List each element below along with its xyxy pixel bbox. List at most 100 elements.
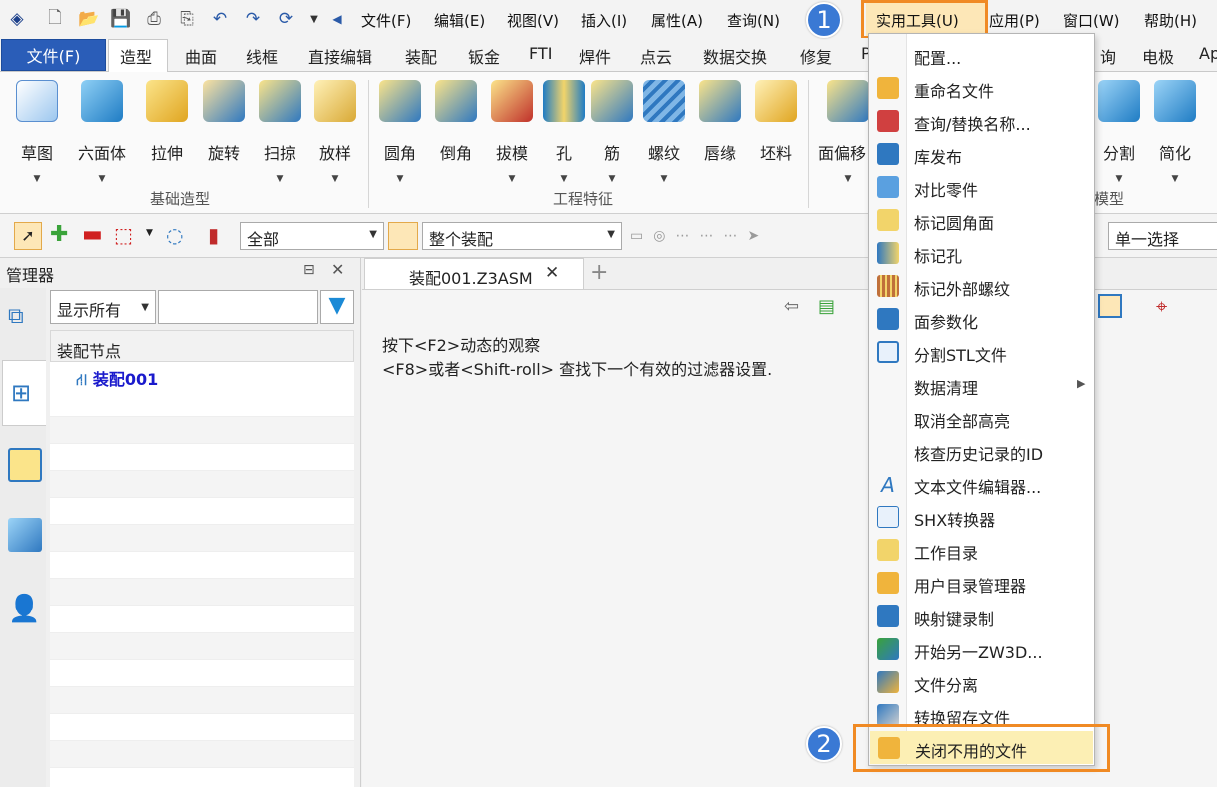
dropdown-arrow-icon[interactable]: ▼ bbox=[538, 174, 590, 184]
dropdown-arrow-icon[interactable]: ▼ bbox=[638, 174, 690, 184]
print-preview-icon[interactable]: ⎘ bbox=[176, 8, 198, 30]
tool-stock[interactable]: 坯料 bbox=[750, 80, 802, 200]
menu-inquire[interactable]: 查询(N) bbox=[727, 10, 780, 31]
tool-lip[interactable]: 唇缘 bbox=[694, 80, 746, 200]
tool-hole[interactable]: 孔 ▼ bbox=[538, 80, 590, 200]
user-icon[interactable]: 👤 bbox=[8, 594, 42, 624]
manager-search-input[interactable] bbox=[158, 290, 318, 324]
remove-icon[interactable]: ▬ bbox=[82, 222, 103, 248]
document-tab[interactable]: 装配001.Z3ASM ✕ bbox=[364, 258, 584, 290]
menu-item-library-publish[interactable]: 库发布 bbox=[869, 137, 1094, 170]
tree-root-node[interactable]: ⛙ 装配001 bbox=[50, 362, 354, 390]
menu-insert[interactable]: 插入(I) bbox=[581, 10, 627, 31]
render-mode-icon[interactable] bbox=[1098, 294, 1122, 318]
dropdown-arrow-icon[interactable]: ▼ bbox=[254, 174, 306, 184]
dropdown-arrow-icon[interactable]: ▼ bbox=[1093, 174, 1145, 184]
zw3d-logo-icon[interactable]: ◈ bbox=[6, 8, 28, 30]
menu-view[interactable]: 视图(V) bbox=[507, 10, 559, 31]
tab-inquire-partial[interactable]: 询 bbox=[1100, 44, 1116, 68]
menu-item-mark-fillet[interactable]: 标记圆角面 bbox=[869, 203, 1094, 236]
collapse-left-icon[interactable]: ◀ bbox=[326, 8, 348, 30]
menu-item-mark-hole[interactable]: 标记孔 bbox=[869, 236, 1094, 269]
menu-item-mapkey-record[interactable]: 映射键录制 bbox=[869, 599, 1094, 632]
menu-file[interactable]: 文件(F) bbox=[361, 10, 411, 31]
tool-split[interactable]: 分割 ▼ bbox=[1093, 80, 1145, 200]
layer-icon[interactable]: ▤ bbox=[818, 296, 835, 317]
tool-revolve[interactable]: 旋转 bbox=[198, 80, 250, 200]
tab-fti[interactable]: FTI bbox=[529, 44, 552, 63]
menu-attributes[interactable]: 属性(A) bbox=[651, 10, 703, 31]
tab-modeling[interactable]: 造型 bbox=[120, 44, 152, 68]
tab-file[interactable]: 文件(F) bbox=[1, 39, 106, 71]
box-select-dropdown-icon[interactable]: ▼ bbox=[146, 228, 153, 238]
assembly-scope-combo[interactable]: 整个装配 ▼ bbox=[422, 222, 622, 250]
lasso-select-icon[interactable]: ◌ bbox=[166, 222, 183, 248]
qa-dropdown-icon[interactable]: ▼ bbox=[303, 8, 325, 30]
tool-rib[interactable]: 筋 ▼ bbox=[586, 80, 638, 200]
menu-item-find-replace[interactable]: 查询/替换名称... bbox=[869, 104, 1094, 137]
box-select-icon[interactable]: ⬚ bbox=[114, 222, 133, 248]
assembly-tab-active[interactable]: ⊞ bbox=[2, 360, 46, 426]
tab-data-exchange[interactable]: 数据交换 bbox=[703, 44, 767, 68]
dropdown-arrow-icon[interactable]: ▼ bbox=[11, 174, 63, 184]
menu-item-text-editor[interactable]: A 文本文件编辑器... bbox=[869, 467, 1094, 500]
close-tab-icon[interactable]: ✕ bbox=[545, 263, 559, 283]
tool-fillet[interactable]: 圆角 ▼ bbox=[374, 80, 426, 200]
tab-sheetmetal[interactable]: 钣金 bbox=[468, 44, 500, 68]
menu-help[interactable]: 帮助(H) bbox=[1144, 10, 1197, 31]
exit-icon[interactable]: ⇦ bbox=[784, 296, 799, 317]
history-tree-icon[interactable]: ⧉ bbox=[8, 304, 40, 336]
tab-apps-partial[interactable]: Ap bbox=[1199, 44, 1217, 63]
dropdown-arrow-icon[interactable]: ▼ bbox=[486, 174, 538, 184]
menu-item-user-dir-manager[interactable]: 用户目录管理器 bbox=[869, 566, 1094, 599]
menu-item-unhighlight-all[interactable]: 取消全部高亮 bbox=[869, 401, 1094, 434]
tool-draft[interactable]: 拔模 ▼ bbox=[486, 80, 538, 200]
filter-chart-icon[interactable]: ▮ bbox=[208, 222, 219, 248]
tab-direct-edit[interactable]: 直接编辑 bbox=[308, 44, 372, 68]
part-view-icon[interactable] bbox=[8, 448, 42, 482]
menu-item-split-stl[interactable]: 分割STL文件 bbox=[869, 335, 1094, 368]
menu-item-compare-parts[interactable]: 对比零件 bbox=[869, 170, 1094, 203]
dropdown-arrow-icon[interactable]: ▼ bbox=[374, 174, 426, 184]
menu-item-check-history-id[interactable]: 核查历史记录的ID bbox=[869, 434, 1094, 467]
tool-sweep[interactable]: 扫掠 ▼ bbox=[254, 80, 306, 200]
tab-weldment[interactable]: 焊件 bbox=[579, 44, 611, 68]
dropdown-arrow-icon[interactable]: ▼ bbox=[1149, 174, 1201, 184]
open-folder-icon[interactable]: 📂 bbox=[78, 8, 100, 30]
menu-item-mark-thread[interactable]: 标记外部螺纹 bbox=[869, 269, 1094, 302]
tool-loft[interactable]: 放样 ▼ bbox=[309, 80, 361, 200]
menu-item-start-another[interactable]: 开始另一ZW3D... bbox=[869, 632, 1094, 665]
new-file-icon[interactable]: 🗋 bbox=[44, 8, 66, 30]
menu-window[interactable]: 窗口(W) bbox=[1063, 10, 1120, 31]
save-icon[interactable]: 💾 bbox=[110, 8, 132, 30]
menu-item-shx-converter[interactable]: SHX转换器 bbox=[869, 500, 1094, 533]
menu-item-config[interactable]: 配置... bbox=[869, 38, 1094, 71]
menu-item-file-separate[interactable]: 文件分离 bbox=[869, 665, 1094, 698]
menu-item-rename-file[interactable]: 重命名文件 bbox=[869, 71, 1094, 104]
tool-sketch[interactable]: 草图 ▼ bbox=[11, 80, 63, 200]
regen-icon[interactable]: ⟳ bbox=[275, 8, 297, 30]
image-import-icon[interactable] bbox=[8, 518, 42, 552]
tool-simplify[interactable]: 简化 ▼ bbox=[1149, 80, 1201, 200]
menu-item-work-dir[interactable]: 工作目录 bbox=[869, 533, 1094, 566]
pick-cursor-icon[interactable]: ➚ bbox=[14, 222, 42, 250]
tool-chamfer[interactable]: 倒角 bbox=[430, 80, 482, 200]
dropdown-arrow-icon[interactable]: ▼ bbox=[76, 174, 128, 184]
assembly-scope-icon[interactable] bbox=[388, 222, 418, 250]
menu-item-face-param[interactable]: 面参数化 bbox=[869, 302, 1094, 335]
print-icon[interactable]: ⎙ bbox=[143, 8, 165, 30]
tool-block[interactable]: 六面体 ▼ bbox=[76, 80, 128, 200]
tab-surface[interactable]: 曲面 bbox=[185, 44, 217, 68]
tab-point-cloud[interactable]: 点云 bbox=[640, 44, 672, 68]
select-mode-combo[interactable]: 单一选择 bbox=[1108, 222, 1217, 250]
minimize-icon[interactable]: ⊟ bbox=[303, 262, 315, 278]
dropdown-arrow-icon[interactable]: ▼ bbox=[586, 174, 638, 184]
tab-repair[interactable]: 修复 bbox=[800, 44, 832, 68]
tab-assembly[interactable]: 装配 bbox=[405, 44, 437, 68]
redo-icon[interactable]: ↷ bbox=[242, 8, 264, 30]
tool-extrude[interactable]: 拉伸 bbox=[141, 80, 193, 200]
menu-item-data-cleanup[interactable]: 数据清理 ▶ bbox=[869, 368, 1094, 401]
close-icon[interactable]: ✕ bbox=[331, 260, 344, 279]
tab-wireframe[interactable]: 线框 bbox=[246, 44, 278, 68]
add-icon[interactable]: ✚ bbox=[50, 222, 68, 248]
